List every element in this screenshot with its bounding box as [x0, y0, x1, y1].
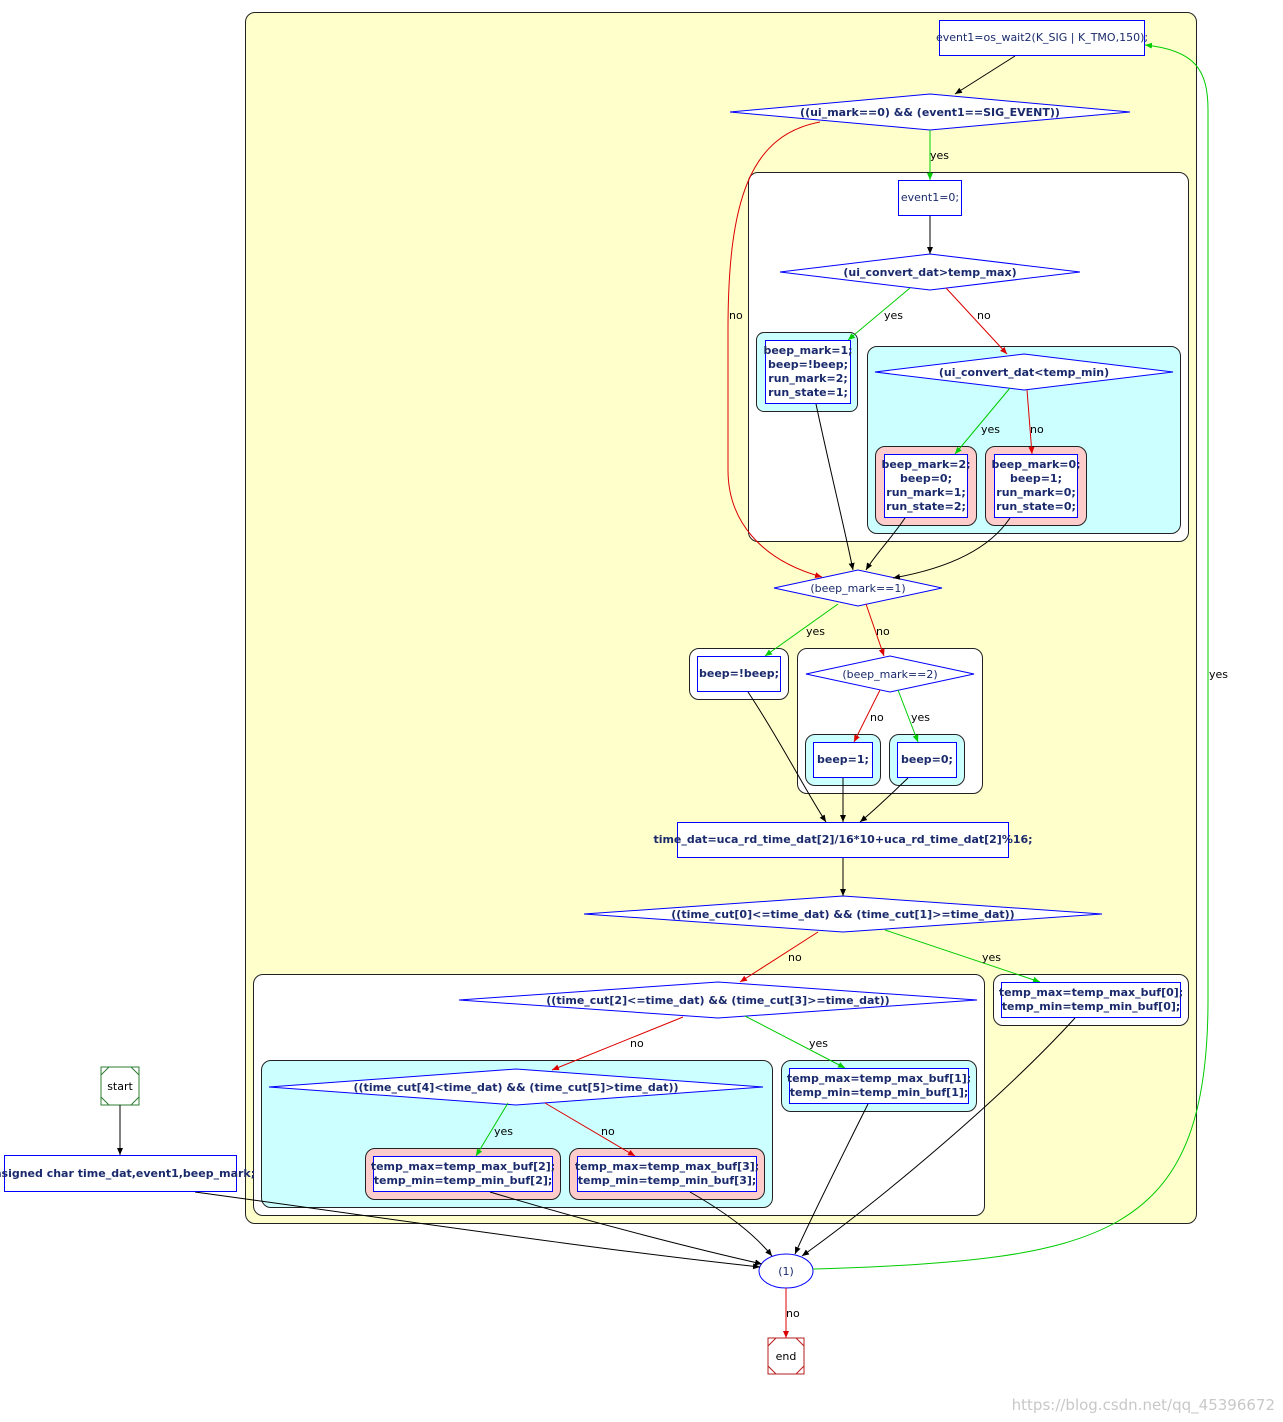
edge-label-yes: yes — [1209, 668, 1229, 681]
under-min-node: beep_mark=2; beep=0; run_mark=1; run_sta… — [881, 454, 971, 518]
edge-label-yes: yes — [809, 1037, 829, 1050]
edge-label-yes: yes — [806, 625, 826, 638]
decision-time23-label: ((time_cut[2]<=time_dat) && (time_cut[3]… — [546, 993, 890, 1007]
beep-toggle-node: beep=!beep; — [697, 656, 781, 692]
loop-condition-label: (1) — [778, 1264, 794, 1278]
temp-buf0-node: temp_max=temp_max_buf[0]; temp_min=temp_… — [999, 982, 1183, 1018]
temp-buf1-node: temp_max=temp_max_buf[1]; temp_min=temp_… — [787, 1068, 971, 1104]
edge-label-no: no — [870, 711, 884, 724]
decision-temp-min-label: (ui_convert_dat<temp_min) — [938, 365, 1110, 379]
edge-label-yes: yes — [884, 309, 904, 322]
edge-label-yes: yes — [982, 951, 1002, 964]
time-calc-node: time_dat=uca_rd_time_dat[2]/16*10+uca_rd… — [653, 822, 1033, 858]
temp-buf3-node: temp_max=temp_max_buf[3]; temp_min=temp_… — [575, 1156, 759, 1192]
edge-label-no: no — [1030, 423, 1044, 436]
edge-label-no: no — [601, 1125, 615, 1138]
os-wait-node: event1=os_wait2(K_SIG | K_TMO,150); — [936, 20, 1148, 56]
start-terminal: start — [107, 1079, 133, 1093]
edge-label-yes: yes — [911, 711, 931, 724]
declaration-node: unsigned char time_dat,event1,beep_mark; — [0, 1155, 255, 1192]
watermark: https://blog.csdn.net/qq_45396672 — [1011, 1396, 1275, 1414]
edge-label-yes: yes — [981, 423, 1001, 436]
decision-temp-max-label: (ui_convert_dat>temp_max) — [843, 265, 1017, 279]
edge-label-no: no — [788, 951, 802, 964]
decision-beep2-label: (beep_mark==2) — [842, 667, 938, 681]
edge-label-yes: yes — [494, 1125, 514, 1138]
decision-time45-label: ((time_cut[4]<time_dat) && (time_cut[5]>… — [353, 1080, 679, 1094]
event-reset-node: event1=0; — [898, 180, 962, 216]
edge-label-no: no — [786, 1307, 800, 1320]
beep-off-node: beep=0; — [897, 742, 957, 778]
edge-label-no: no — [876, 625, 890, 638]
over-max-node: beep_mark=1; beep=!beep; run_mark=2; run… — [763, 340, 853, 404]
edge-label-yes: yes — [930, 149, 950, 162]
edge-label-no: no — [729, 309, 743, 322]
decision-beep1-label: (beep_mark==1) — [810, 581, 906, 595]
decision-ui-mark-label: ((ui_mark==0) && (event1==SIG_EVENT)) — [800, 105, 1060, 119]
temp-buf2-node: temp_max=temp_max_buf[2]; temp_min=temp_… — [371, 1156, 555, 1192]
edge-label-no: no — [630, 1037, 644, 1050]
decision-time01-label: ((time_cut[0]<=time_dat) && (time_cut[1]… — [671, 907, 1015, 921]
end-terminal: end — [775, 1349, 797, 1363]
edge-label-no: no — [977, 309, 991, 322]
normal-range-node: beep_mark=0; beep=1; run_mark=0; run_sta… — [991, 454, 1081, 518]
flowchart-graphics — [100, 42, 1209, 1375]
beep-on-node: beep=1; — [813, 742, 873, 778]
